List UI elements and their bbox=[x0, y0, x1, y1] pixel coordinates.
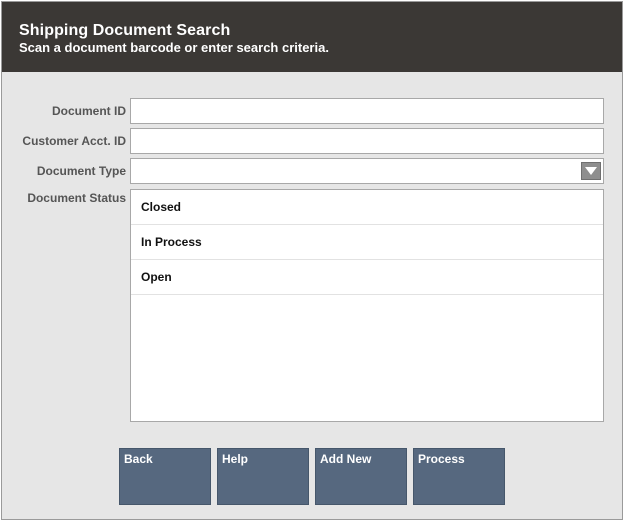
page-subtitle: Scan a document barcode or enter search … bbox=[19, 40, 329, 55]
customer-acct-id-label: Customer Acct. ID bbox=[22, 134, 126, 148]
help-button[interactable]: Help bbox=[217, 448, 309, 505]
add-new-button[interactable]: Add New bbox=[315, 448, 407, 505]
document-status-list[interactable]: Closed In Process Open bbox=[130, 189, 604, 422]
list-item-open[interactable]: Open bbox=[131, 260, 603, 295]
process-button[interactable]: Process bbox=[413, 448, 505, 505]
page-title: Shipping Document Search bbox=[19, 22, 231, 39]
back-button[interactable]: Back bbox=[119, 448, 211, 505]
document-id-label: Document ID bbox=[51, 104, 126, 118]
document-id-input[interactable] bbox=[130, 98, 604, 124]
document-type-label: Document Type bbox=[36, 164, 126, 178]
dropdown-button[interactable] bbox=[581, 162, 601, 180]
button-bar: Back Help Add New Process bbox=[119, 448, 509, 506]
list-item-closed[interactable]: Closed bbox=[131, 190, 603, 225]
list-item-in-process[interactable]: In Process bbox=[131, 225, 603, 260]
search-form: Document ID Customer Acct. ID Document T… bbox=[2, 72, 622, 519]
customer-acct-id-input[interactable] bbox=[130, 128, 604, 154]
header-bar: Shipping Document Search Scan a document… bbox=[2, 2, 622, 72]
document-type-select[interactable] bbox=[130, 158, 604, 184]
chevron-down-icon bbox=[585, 167, 597, 175]
document-status-label: Document Status bbox=[27, 191, 126, 205]
window: Shipping Document Search Scan a document… bbox=[1, 1, 623, 520]
